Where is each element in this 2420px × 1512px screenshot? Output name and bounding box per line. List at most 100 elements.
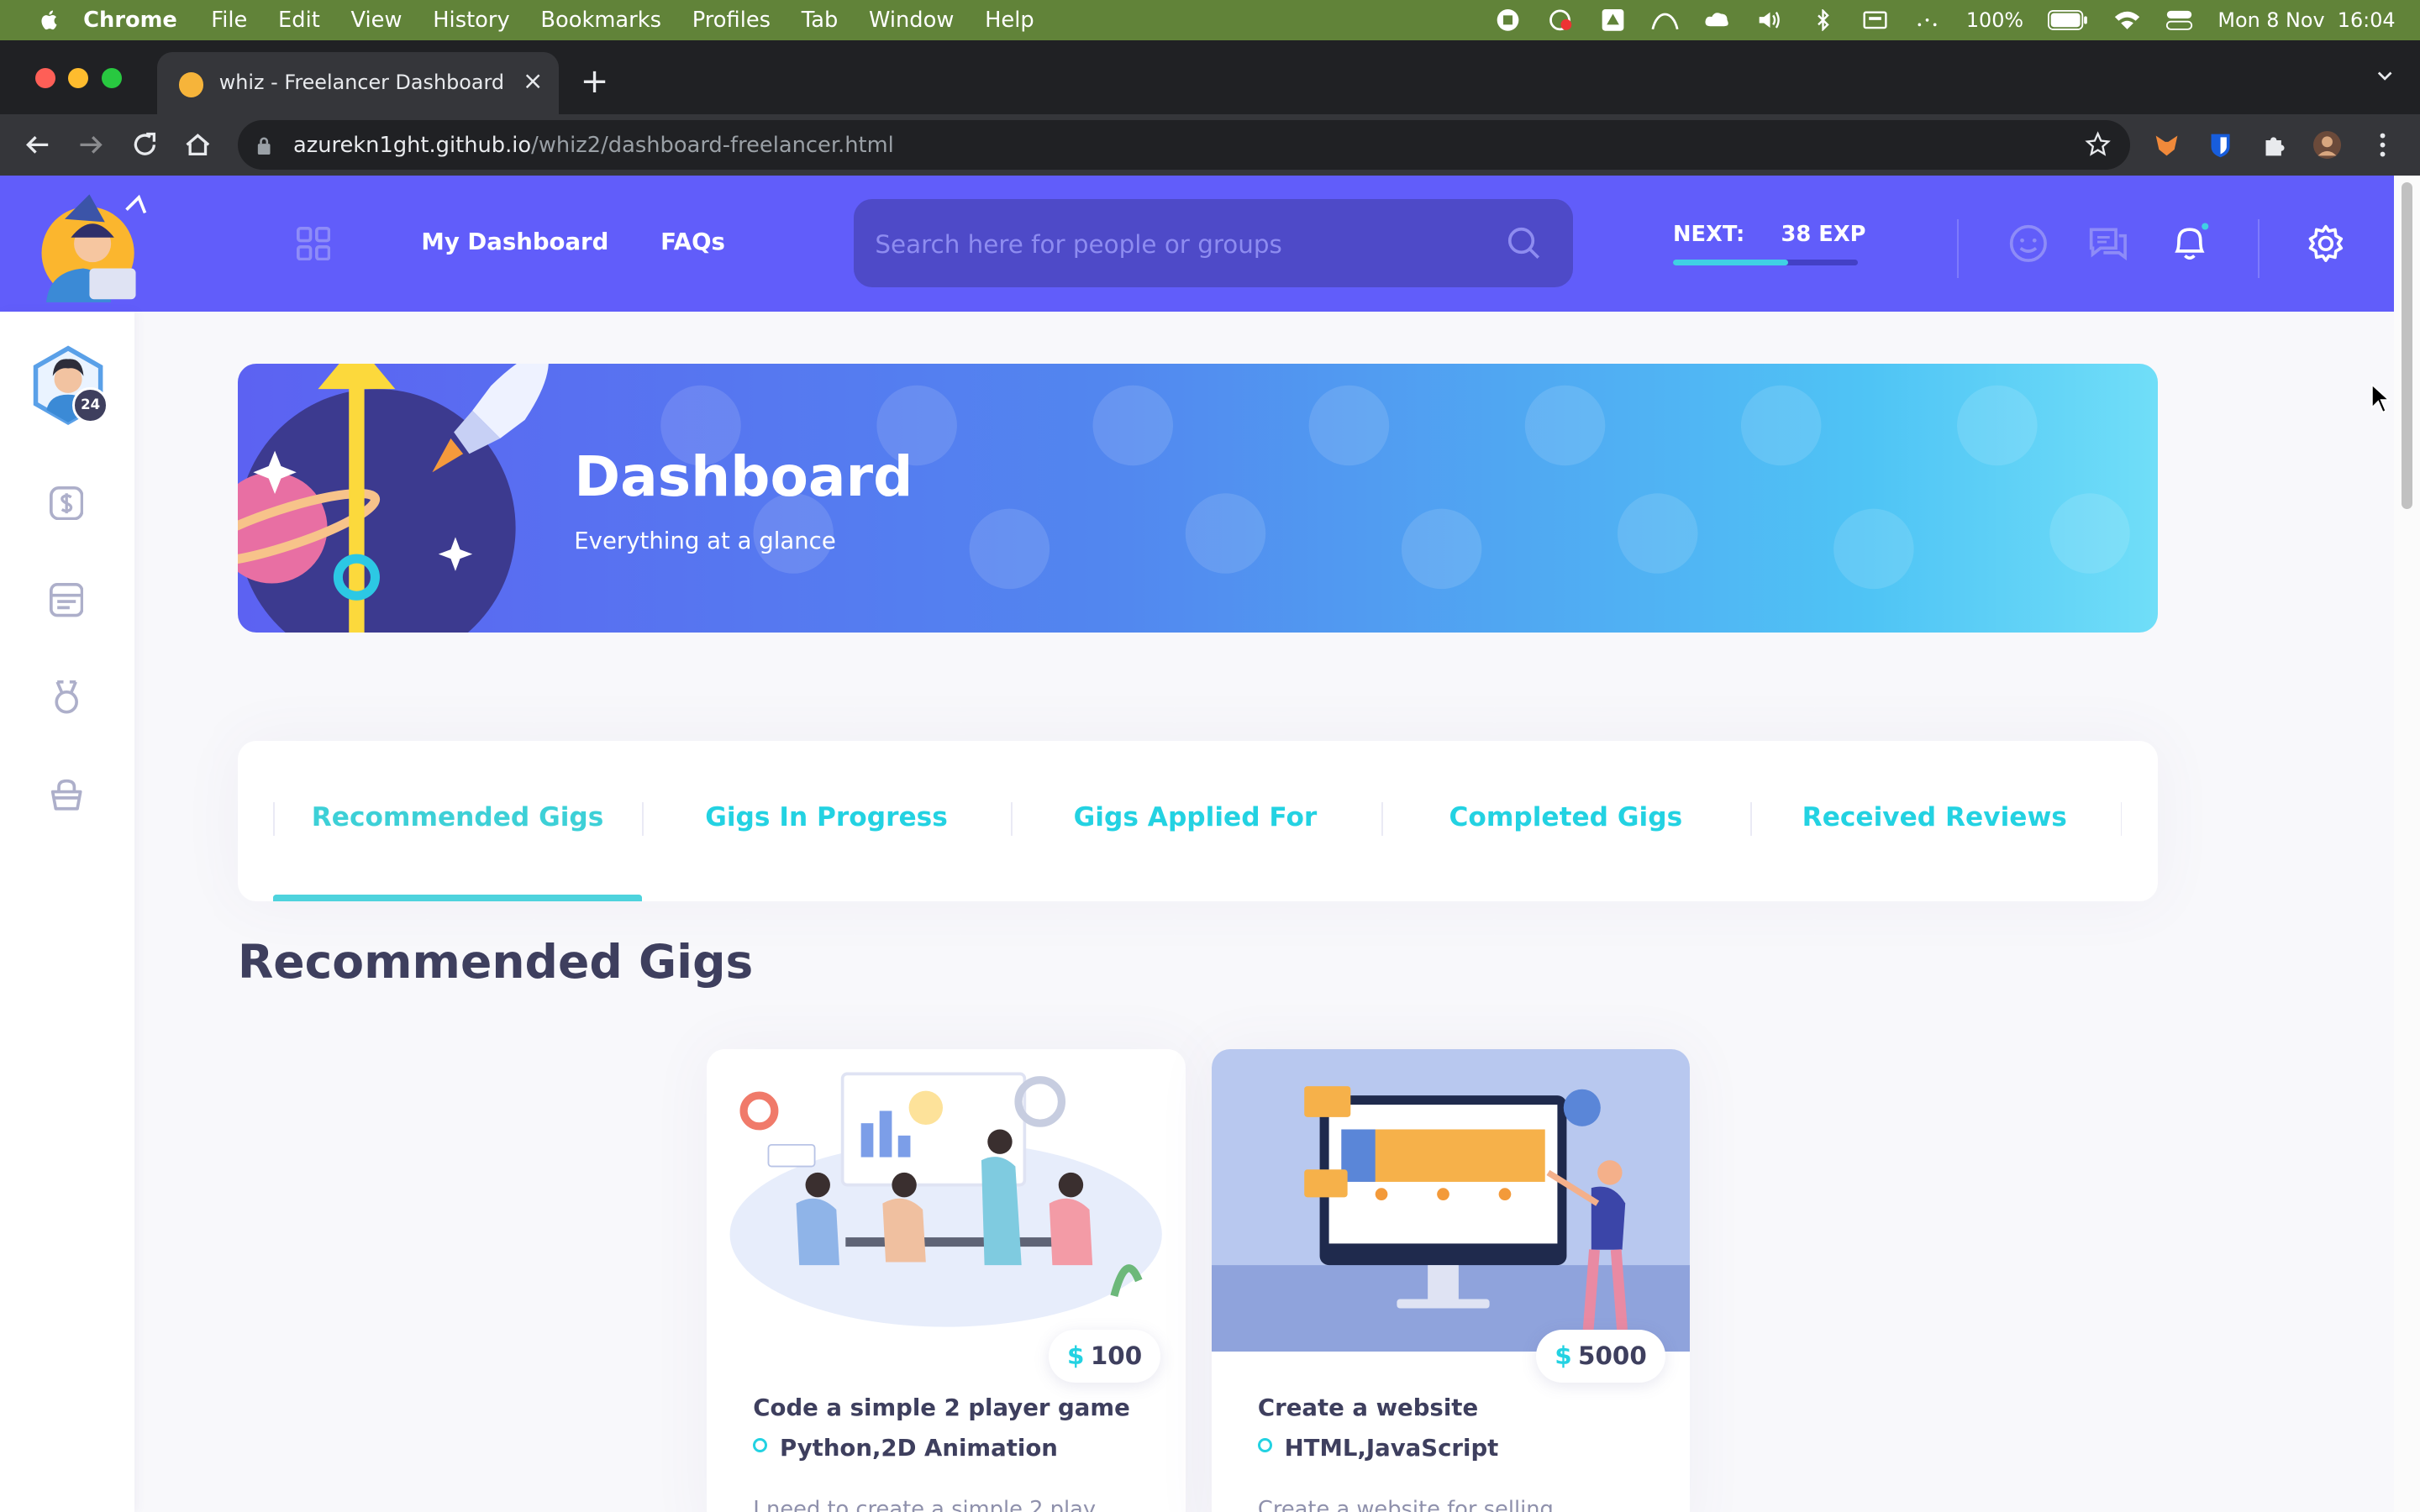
gig-price: $100 xyxy=(1049,1330,1161,1383)
marketplace-basket-icon[interactable] xyxy=(50,778,83,811)
new-tab-button[interactable]: + xyxy=(581,60,609,101)
menu-edit[interactable]: Edit xyxy=(278,8,320,33)
tab-title: whiz - Freelancer Dashboard xyxy=(218,71,504,95)
notification-bell-icon[interactable] xyxy=(2170,222,2210,262)
section-title: Recommended Gigs xyxy=(237,935,754,990)
wifi-icon[interactable] xyxy=(2113,9,2141,31)
close-window-button[interactable] xyxy=(35,67,56,88)
earnings-dollar-icon[interactable] xyxy=(49,486,84,520)
whiz-logo-icon[interactable] xyxy=(37,188,151,302)
browser-tab[interactable]: whiz - Freelancer Dashboard × xyxy=(157,52,559,114)
battery-percent: 100% xyxy=(1965,8,2024,32)
menu-file[interactable]: File xyxy=(211,8,247,33)
browser-tab-strip: whiz - Freelancer Dashboard × + xyxy=(0,39,2420,114)
tab-search-chevron-icon[interactable] xyxy=(2377,68,2392,83)
currency-symbol: $ xyxy=(1067,1341,1085,1371)
clock[interactable]: Mon 8 Nov 16:04 xyxy=(2217,8,2395,32)
url-text: azurekn1ght.github.io/whiz2/dashboard-fr… xyxy=(293,133,894,158)
chrome-menu-icon[interactable] xyxy=(2369,131,2396,159)
bluetooth-icon[interactable] xyxy=(1809,9,1837,31)
dots-icon[interactable] xyxy=(1913,9,1941,31)
gig-price: $5000 xyxy=(1536,1330,1665,1383)
grid-menu-icon[interactable] xyxy=(296,226,331,261)
menu-profiles[interactable]: Profiles xyxy=(692,8,771,33)
cloud-off-icon[interactable] xyxy=(1546,9,1574,31)
exp-next-label: NEXT: xyxy=(1672,222,1745,248)
team-meeting-illustration xyxy=(707,1048,1186,1352)
skill-dot-icon xyxy=(753,1438,768,1453)
gig-card[interactable]: $5000 Create a website HTML,JavaScript C… xyxy=(1211,1048,1691,1512)
url-host: azurekn1ght.github.io xyxy=(292,132,532,158)
keyboard-icon[interactable] xyxy=(1861,9,1889,31)
app-header: My Dashboard FAQs NEXT: 38 EXP xyxy=(0,176,2394,312)
extensions-puzzle-icon[interactable] xyxy=(2261,131,2289,159)
tab-gigs-in-progress[interactable]: Gigs In Progress xyxy=(642,741,1011,901)
exp-progress-bar xyxy=(1672,259,1859,265)
nav-faqs[interactable]: FAQs xyxy=(660,228,725,255)
close-tab-icon[interactable]: × xyxy=(523,66,544,95)
lock-icon[interactable] xyxy=(256,136,271,155)
cloud-icon[interactable] xyxy=(1704,9,1732,31)
gig-skills: Python,2D Animation xyxy=(753,1435,1058,1462)
tab-received-reviews[interactable]: Received Reviews xyxy=(1750,741,2119,901)
menu-app-chrome[interactable]: Chrome xyxy=(83,8,177,33)
maximize-window-button[interactable] xyxy=(102,67,123,88)
profile-avatar-icon[interactable] xyxy=(2313,131,2342,160)
currency-symbol: $ xyxy=(1555,1341,1572,1371)
volume-icon[interactable] xyxy=(1756,9,1784,31)
nav-my-dashboard[interactable]: My Dashboard xyxy=(421,228,608,255)
tab-recommended-gigs[interactable]: Recommended Gigs xyxy=(273,741,642,901)
home-icon[interactable] xyxy=(182,129,213,160)
tab-completed-gigs[interactable]: Completed Gigs xyxy=(1381,741,1750,901)
banner-subtitle: Everything at a glance xyxy=(574,528,836,555)
search-icon[interactable] xyxy=(1507,227,1541,260)
stop-icon[interactable] xyxy=(1494,9,1522,31)
metamask-icon[interactable] xyxy=(2153,131,2181,159)
back-arrow-icon[interactable] xyxy=(22,129,53,160)
battery-icon[interactable] xyxy=(2048,9,2088,30)
badges-medal-icon[interactable] xyxy=(50,680,83,714)
gig-title[interactable]: Code a simple 2 player game xyxy=(753,1394,1129,1421)
friends-smiley-icon[interactable] xyxy=(2008,223,2049,264)
menu-view[interactable]: View xyxy=(351,8,402,33)
minimize-window-button[interactable] xyxy=(67,67,88,88)
bookmark-star-icon[interactable] xyxy=(2085,131,2112,157)
website-monitor-illustration xyxy=(1211,1048,1691,1352)
level-badge: 24 xyxy=(72,386,109,423)
menu-help[interactable]: Help xyxy=(985,8,1034,33)
messages-icon[interactable] xyxy=(2088,223,2128,264)
bitwarden-icon[interactable] xyxy=(2207,131,2234,159)
menu-history[interactable]: History xyxy=(433,8,509,33)
control-center-icon[interactable] xyxy=(2165,9,2193,31)
browser-toolbar: azurekn1ght.github.io/whiz2/dashboard-fr… xyxy=(0,113,2420,176)
settings-gear-icon[interactable] xyxy=(2306,223,2346,264)
search-input[interactable] xyxy=(853,198,1496,291)
active-tab-indicator xyxy=(273,895,643,901)
gigs-list-icon[interactable] xyxy=(49,583,84,617)
rocket-illustration xyxy=(237,364,549,633)
arc-icon[interactable] xyxy=(1651,9,1679,31)
mouse-cursor-icon xyxy=(2371,382,2391,413)
gig-title[interactable]: Create a website xyxy=(1258,1394,1478,1421)
reload-icon[interactable] xyxy=(129,129,160,160)
page-scrollbar[interactable] xyxy=(2393,176,2420,1512)
exp-progress-fill xyxy=(1672,259,1788,265)
banner-title: Dashboard xyxy=(574,444,913,509)
tab-gigs-applied-for[interactable]: Gigs Applied For xyxy=(1011,741,1380,901)
header-divider xyxy=(1956,218,1959,278)
menu-tab[interactable]: Tab xyxy=(802,8,839,33)
apple-icon[interactable] xyxy=(37,8,61,32)
macos-menu-bar: Chrome File Edit View History Bookmarks … xyxy=(0,0,2420,40)
scrollbar-thumb[interactable] xyxy=(2401,181,2412,510)
menu-bookmarks[interactable]: Bookmarks xyxy=(540,8,661,33)
drive-icon[interactable] xyxy=(1599,9,1627,31)
menu-window[interactable]: Window xyxy=(869,8,954,33)
address-bar[interactable]: azurekn1ght.github.io/whiz2/dashboard-fr… xyxy=(237,120,2130,171)
tab-divider xyxy=(2120,802,2123,837)
favicon-icon xyxy=(179,72,204,97)
sidebar: 24 xyxy=(0,312,134,1512)
forward-arrow-icon[interactable] xyxy=(76,129,107,160)
gig-card[interactable]: $100 Code a simple 2 player game Python,… xyxy=(707,1048,1186,1512)
exp-value: 38 EXP xyxy=(1781,222,1866,248)
gig-skills-text: Python,2D Animation xyxy=(780,1435,1058,1462)
